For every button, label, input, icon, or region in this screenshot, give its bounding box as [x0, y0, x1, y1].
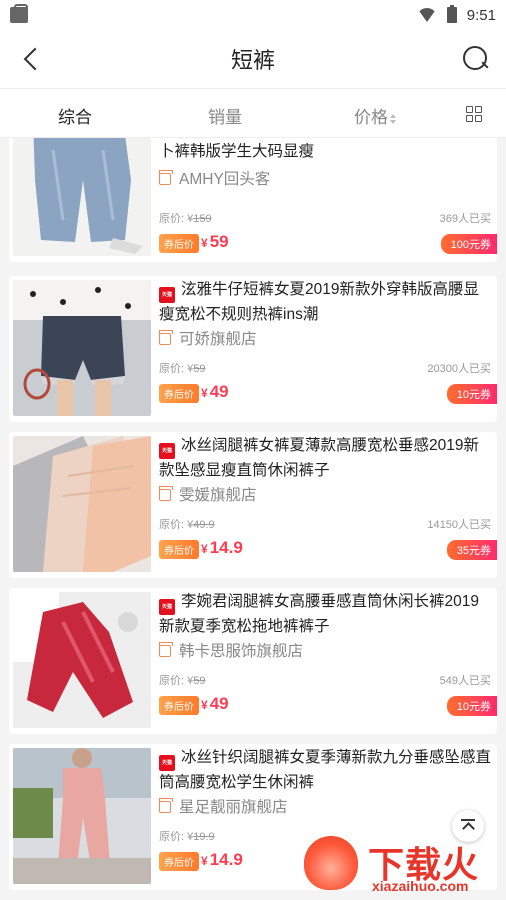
product-card[interactable]: 卜裤韩版学生大码显瘦 AMHY回头客 原价: ¥159 369人已买 券后价 ¥… — [9, 138, 497, 262]
price: ¥59 — [201, 232, 229, 251]
after-coupon-badge: 券后价 — [159, 852, 199, 871]
product-title: 天猫 李婉君阔腿裤女高腰垂感直筒休闲长裤2019新款夏季宽松拖地裤裤子 — [159, 593, 479, 635]
product-title: 天猫 冰丝阔腿裤女裤夏薄款高腰宽松垂感2019新款坠感显瘦直筒休闲裤子 — [159, 437, 479, 479]
shop-icon — [159, 170, 173, 185]
tab-comprehensive[interactable]: 综合 — [58, 103, 92, 128]
after-coupon-badge: 券后价 — [159, 234, 199, 253]
price-row: 券后价 ¥59 100元券 — [159, 232, 497, 254]
shop-name: 韩卡思服饰旗舰店 — [159, 642, 493, 662]
price: ¥49 — [201, 382, 229, 401]
shop-name: AMHY回头客 — [159, 170, 493, 190]
status-bar: 9:51 — [0, 0, 506, 30]
tab-price[interactable]: 价格 — [354, 103, 396, 128]
shop-name: 雯媛旗舰店 — [159, 486, 493, 506]
original-price-row: 原价: ¥59 549人已买 — [159, 672, 493, 688]
product-image[interactable] — [13, 280, 151, 416]
product-title: 天猫 泫雅牛仔短裤女夏2019新款外穿韩版高腰显瘦宽松不规则热裤ins潮 — [159, 281, 479, 323]
tab-sales[interactable]: 销量 — [208, 103, 242, 128]
shop-name: 星足靓丽旗舰店 — [159, 798, 493, 818]
product-image[interactable] — [13, 592, 151, 728]
back-arrow-icon[interactable] — [18, 44, 48, 74]
original-price: 19.9 — [193, 831, 215, 843]
tmall-icon: 天猫 — [159, 755, 175, 771]
watermark-url: xiazaihuo.com — [372, 878, 469, 894]
flame-logo-icon — [304, 836, 358, 890]
price-row: 券后价 ¥49 10元券 — [159, 694, 497, 716]
price: ¥14.9 — [201, 850, 243, 869]
after-coupon-badge: 券后价 — [159, 696, 199, 715]
product-image[interactable] — [13, 436, 151, 572]
tmall-icon: 天猫 — [159, 287, 175, 303]
sold-count: 369人已买 — [439, 213, 491, 225]
coupon-tag[interactable]: 10元券 — [446, 696, 497, 716]
price-row: 券后价 ¥14.9 35元券 — [159, 538, 497, 560]
coupon-tag[interactable]: 35元券 — [446, 540, 497, 560]
after-coupon-badge: 券后价 — [159, 540, 199, 559]
shop-icon — [159, 798, 173, 813]
original-price-row: 原价: ¥159 369人已买 — [159, 210, 493, 226]
tab-price-label: 价格 — [354, 108, 388, 127]
after-coupon-badge: 券后价 — [159, 384, 199, 403]
battery-icon — [446, 5, 457, 23]
original-price: 59 — [193, 363, 206, 375]
original-price: 49.9 — [193, 519, 215, 531]
price: ¥49 — [201, 694, 229, 713]
coupon-tag[interactable]: 100元券 — [440, 234, 497, 254]
search-icon[interactable] — [460, 44, 490, 74]
shop-icon — [159, 330, 173, 345]
shop-icon — [159, 486, 173, 501]
wifi-icon — [416, 8, 437, 22]
grid-view-icon[interactable] — [466, 106, 482, 122]
price-row: 券后价 ¥49 10元券 — [159, 382, 497, 404]
product-title: 卜裤韩版学生大码显瘦 — [159, 143, 315, 160]
product-image[interactable] — [13, 138, 151, 256]
product-title: 天猫 冰丝针织阔腿裤女夏季薄新款九分垂感坠感直筒高腰宽松学生休闲裤 — [159, 749, 492, 791]
price: ¥14.9 — [201, 538, 243, 557]
notification-bag-icon — [10, 4, 28, 23]
sort-tabs: 综合 销量 价格 — [0, 88, 506, 138]
tmall-icon: 天猫 — [159, 599, 175, 615]
product-card[interactable]: 天猫 冰丝阔腿裤女裤夏薄款高腰宽松垂感2019新款坠感显瘦直筒休闲裤子 雯媛旗舰店… — [9, 432, 497, 578]
original-price: 59 — [193, 675, 206, 687]
sold-count: 14150人已买 — [427, 519, 491, 531]
product-image[interactable] — [13, 748, 151, 884]
original-price: 159 — [193, 213, 212, 225]
watermark-logo: 下载火 xiazaihuo.com — [300, 828, 506, 900]
sold-count: 20300人已买 — [427, 363, 491, 375]
sold-count: 549人已买 — [439, 675, 491, 687]
sort-arrows-icon — [390, 113, 396, 124]
top-nav-bar: 短裤 — [0, 30, 506, 88]
original-price-row: 原价: ¥49.9 14150人已买 — [159, 516, 493, 532]
shop-icon — [159, 642, 173, 657]
product-list: 卜裤韩版学生大码显瘦 AMHY回头客 原价: ¥159 369人已买 券后价 ¥… — [0, 138, 506, 900]
shop-name: 可娇旗舰店 — [159, 330, 493, 350]
coupon-tag[interactable]: 10元券 — [446, 384, 497, 404]
tmall-icon: 天猫 — [159, 443, 175, 459]
product-card[interactable]: 天猫 李婉君阔腿裤女高腰垂感直筒休闲长裤2019新款夏季宽松拖地裤裤子 韩卡思服饰… — [9, 588, 497, 734]
status-time: 9:51 — [466, 6, 496, 24]
product-card[interactable]: 天猫 泫雅牛仔短裤女夏2019新款外穿韩版高腰显瘦宽松不规则热裤ins潮 可娇旗舰… — [9, 276, 497, 422]
page-title: 短裤 — [230, 48, 275, 73]
original-price-row: 原价: ¥59 20300人已买 — [159, 360, 493, 376]
